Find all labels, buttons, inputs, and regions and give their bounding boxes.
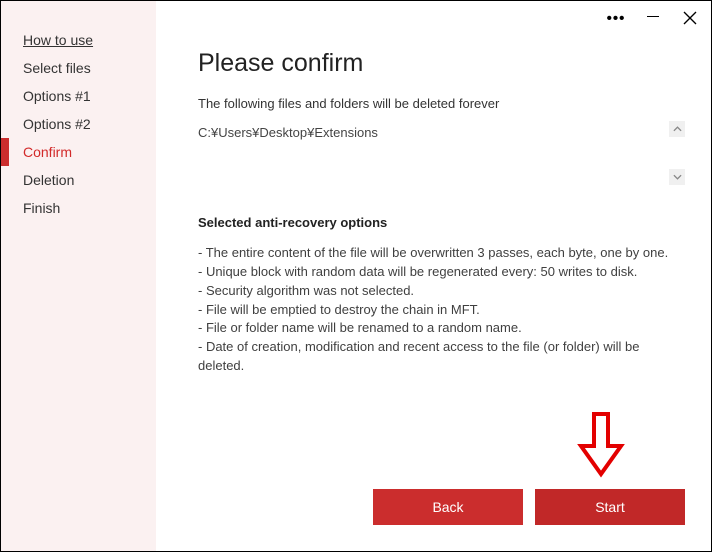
options-list: - The entire content of the file will be… bbox=[198, 244, 685, 376]
scroll-down-icon[interactable] bbox=[669, 169, 685, 185]
minimize-icon[interactable] bbox=[647, 16, 659, 17]
sidebar-item-label: Select files bbox=[23, 60, 91, 76]
button-row: Back Start bbox=[198, 489, 685, 531]
option-item: - File or folder name will be renamed to… bbox=[198, 319, 685, 338]
sidebar-item-select-files[interactable]: Select files bbox=[1, 54, 156, 82]
sidebar-item-label: Options #1 bbox=[23, 88, 91, 104]
option-item: - File will be emptied to destroy the ch… bbox=[198, 301, 685, 320]
file-list-item: C:¥Users¥Desktop¥Extensions bbox=[198, 125, 667, 140]
option-item: - Unique block with random data will be … bbox=[198, 263, 685, 282]
sidebar-item-options-2[interactable]: Options #2 bbox=[1, 110, 156, 138]
sidebar-item-label: How to use bbox=[23, 32, 93, 48]
sidebar-item-how-to-use[interactable]: How to use bbox=[1, 26, 156, 54]
sidebar-item-deletion[interactable]: Deletion bbox=[1, 166, 156, 194]
main-content: Please confirm The following files and f… bbox=[156, 1, 711, 551]
more-icon[interactable]: ••• bbox=[607, 9, 625, 27]
option-item: - Security algorithm was not selected. bbox=[198, 282, 685, 301]
sidebar-item-label: Confirm bbox=[23, 144, 72, 160]
title-bar: ••• bbox=[607, 9, 699, 27]
sidebar-item-label: Finish bbox=[23, 200, 60, 216]
sidebar-item-options-1[interactable]: Options #1 bbox=[1, 82, 156, 110]
start-button[interactable]: Start bbox=[535, 489, 685, 525]
option-item: - The entire content of the file will be… bbox=[198, 244, 685, 263]
page-title: Please confirm bbox=[198, 49, 685, 78]
delete-warning-text: The following files and folders will be … bbox=[198, 96, 685, 111]
file-list: C:¥Users¥Desktop¥Extensions bbox=[198, 121, 685, 179]
sidebar-item-label: Options #2 bbox=[23, 116, 91, 132]
back-button[interactable]: Back bbox=[373, 489, 523, 525]
file-list-container: C:¥Users¥Desktop¥Extensions bbox=[198, 121, 685, 179]
option-item: - Date of creation, modification and rec… bbox=[198, 338, 685, 376]
sidebar-item-confirm[interactable]: Confirm bbox=[1, 138, 156, 166]
sidebar-item-finish[interactable]: Finish bbox=[1, 194, 156, 222]
options-heading: Selected anti-recovery options bbox=[198, 215, 685, 230]
sidebar-item-label: Deletion bbox=[23, 172, 74, 188]
close-icon[interactable] bbox=[681, 9, 699, 27]
sidebar: How to use Select files Options #1 Optio… bbox=[1, 1, 156, 551]
scroll-up-icon[interactable] bbox=[669, 121, 685, 137]
